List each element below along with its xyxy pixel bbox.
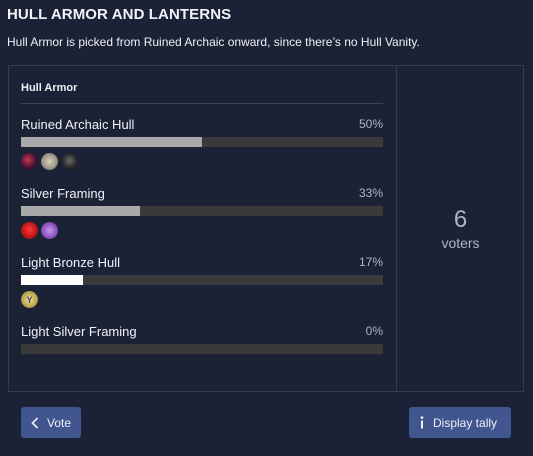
voter-count-label: voters <box>441 234 480 251</box>
voter-avatar[interactable]: Y <box>21 291 38 308</box>
vote-button[interactable]: Vote <box>21 407 81 438</box>
poll-panel: Hull Armor Ruined Archaic Hull 50% Silve… <box>8 65 524 392</box>
option-label: Silver Framing <box>21 186 105 201</box>
voter-avatars: Y <box>21 291 38 308</box>
section-divider <box>21 103 383 104</box>
option-progress-fill <box>21 275 83 285</box>
voter-tally: 6 voters <box>397 66 524 391</box>
voter-avatar[interactable] <box>21 153 38 170</box>
voter-avatar[interactable] <box>41 222 58 239</box>
display-tally-button[interactable]: Display tally <box>409 407 511 438</box>
option-percent: 33% <box>358 186 383 200</box>
section-label: Hull Armor <box>21 82 78 94</box>
option-progress-track <box>21 206 383 216</box>
voter-avatars <box>21 222 58 239</box>
display-tally-button-label: Display tally <box>433 415 498 430</box>
voter-avatar[interactable] <box>41 153 58 170</box>
vote-button-label: Vote <box>47 415 72 430</box>
poll-title: HULL ARMOR AND LANTERNS <box>7 6 232 23</box>
info-icon <box>419 416 425 429</box>
voter-avatars <box>21 153 78 170</box>
voter-avatar[interactable] <box>61 153 78 170</box>
voter-count: 6 <box>453 205 468 233</box>
chevron-left-icon <box>31 416 39 429</box>
option-progress-track <box>21 137 383 147</box>
option-percent: 0% <box>365 324 383 338</box>
voter-avatar[interactable] <box>21 222 38 239</box>
option-progress-track <box>21 275 383 285</box>
option-label: Light Bronze Hull <box>21 255 120 270</box>
option-progress-track <box>21 344 383 354</box>
poll-subtitle: Hull Armor is picked from Ruined Archaic… <box>7 35 420 49</box>
option-progress-fill <box>21 206 141 216</box>
option-label: Light Silver Framing <box>21 324 137 339</box>
option-percent: 50% <box>358 117 383 131</box>
option-label: Ruined Archaic Hull <box>21 117 135 132</box>
option-progress-fill <box>21 137 202 147</box>
option-percent: 17% <box>358 255 383 269</box>
